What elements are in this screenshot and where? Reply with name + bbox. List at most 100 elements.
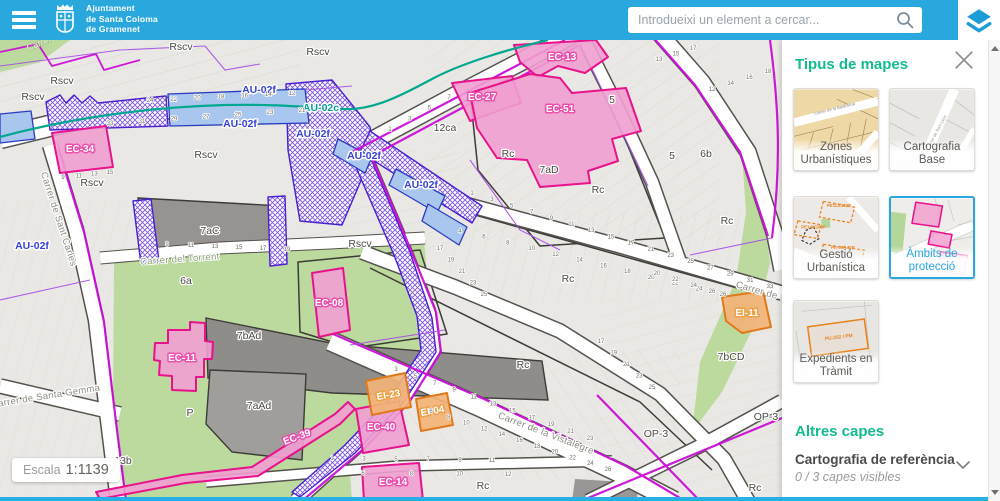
house-number: 27 (707, 265, 714, 271)
layer-group-cartografia-referencia[interactable]: Cartografia de referència (795, 452, 955, 467)
house-number: 14 (727, 81, 734, 87)
scroll-down-icon[interactable] (991, 490, 999, 495)
map-label: 6b (700, 148, 712, 160)
city-crest-icon (52, 3, 78, 35)
house-number: 29 (171, 117, 178, 123)
house-number: 15 (608, 234, 615, 240)
house-number: 14 (576, 258, 583, 264)
house-number: 23 (267, 110, 274, 116)
house-number: 13 (91, 172, 98, 178)
scale-label: Escala (23, 463, 61, 477)
close-icon[interactable] (955, 51, 973, 69)
house-number: 11 (188, 243, 195, 249)
brand-line-2: de Santa Coloma (86, 14, 158, 25)
house-number: 22 (170, 97, 177, 103)
house-number: 21 (647, 247, 654, 253)
house-number: 21 (623, 362, 630, 368)
layers-panel: Tipus de mapes Carrer de la Baldovina 13… (782, 40, 988, 501)
house-number: 20 (654, 271, 661, 277)
map-svg[interactable]: EC-13EC-27EC-51EC-34EC-08EC-11EC-39EC-40… (0, 40, 782, 501)
map-label: 5 (609, 94, 615, 106)
house-number: 12 (289, 91, 296, 97)
house-number: 12 (552, 252, 559, 258)
house-number: 22 (672, 277, 679, 283)
map-label: EC-13 (548, 52, 577, 63)
house-number: 24 (690, 283, 697, 289)
map-label: Rc (517, 359, 530, 371)
map-label: 7aAd (247, 400, 272, 412)
house-number: 15 (236, 245, 243, 251)
map-type-card-ambits[interactable]: Àmbits de protecció (889, 196, 975, 279)
house-number: 18 (624, 269, 631, 275)
search-icon[interactable] (896, 11, 914, 29)
map-label: 7aD (539, 164, 559, 176)
map-label: 7bAd (237, 330, 262, 342)
map-label: 12ca (434, 122, 457, 134)
house-number: 11 (470, 395, 477, 401)
house-number: 21 (299, 108, 306, 114)
map-label: AU-02f (15, 240, 49, 252)
house-number: 24 (587, 461, 594, 467)
layers-icon (965, 7, 993, 34)
house-number: 19 (548, 422, 555, 428)
house-number: 15 (509, 408, 516, 414)
house-number: 26 (709, 289, 716, 295)
menu-icon[interactable] (12, 11, 36, 33)
scroll-up-icon[interactable] (991, 46, 999, 51)
map-type-card-base[interactable]: Carrer de Sant Lluís Cartografia Base (889, 88, 975, 171)
map-label: 7bCD (718, 351, 745, 363)
house-number: 17 (437, 246, 444, 252)
layer-group-status: 0 / 3 capes visibles (795, 470, 901, 484)
search-box (628, 7, 922, 33)
map-label: Rc (502, 148, 515, 160)
house-number: 19 (610, 351, 617, 357)
house-number: 22 (569, 455, 576, 461)
thumb-expedient-label: PE113/142P (827, 203, 851, 208)
house-number: 10 (463, 421, 470, 427)
map-label: Rscv (348, 238, 372, 250)
house-number: 18 (765, 69, 772, 75)
house-number: 15 (673, 52, 680, 58)
chevron-down-icon[interactable] (956, 457, 970, 475)
house-number: 20 (552, 450, 559, 456)
map-type-label: Àmbits de protecció (891, 246, 973, 277)
house-number: 25 (649, 385, 656, 391)
map-type-card-zones[interactable]: Carrer de la Baldovina 136 Zones Urbanís… (793, 88, 879, 171)
house-number: 21 (567, 429, 574, 435)
house-number: 15 (107, 170, 114, 176)
map-label: Rscv (80, 177, 104, 189)
house-number: 12 (709, 87, 716, 93)
house-number: 25 (481, 292, 488, 298)
house-number: 19 (284, 247, 291, 253)
map-label: AU-02f (296, 128, 330, 140)
map-label: EC-51 (546, 104, 575, 115)
house-number: 23 (636, 374, 643, 380)
map-type-label: Zones Urbanístiques (794, 139, 878, 170)
map-label: EI-11 (735, 308, 759, 319)
map-label: Rscv (306, 46, 330, 58)
house-number: 13 (490, 402, 497, 408)
house-number: 14 (498, 432, 505, 438)
house-number: 23 (587, 436, 594, 442)
map-canvas[interactable]: EC-13EC-27EC-51EC-34EC-08EC-11EC-39EC-40… (0, 40, 782, 501)
house-number: 26 (605, 467, 612, 473)
house-number: 18 (534, 444, 541, 450)
search-input[interactable] (636, 12, 896, 28)
map-type-card-expedients[interactable]: PU-202 / PM Expedients en Tràmit (793, 300, 879, 383)
map-label: AU-02f (347, 150, 381, 162)
house-number: 23 (667, 253, 674, 259)
house-number: 33 (767, 284, 774, 290)
house-number: 25 (235, 112, 242, 118)
header-bar: Ajuntament de Santa Coloma de Gramenet (0, 0, 958, 40)
map-label: OP-3 (644, 428, 669, 440)
house-number: 10 (456, 472, 463, 478)
map-label: AU-02f (223, 118, 257, 130)
layers-button[interactable] (958, 0, 1000, 40)
house-number: 13 (588, 228, 595, 234)
panel-scrollbar[interactable] (988, 40, 1000, 501)
other-layers-title: Altres capes (795, 423, 884, 440)
map-label: Rc (592, 184, 605, 196)
house-number: 25 (687, 259, 694, 265)
map-label: Rc (477, 480, 490, 492)
map-type-card-gestio[interactable]: PE113/142P PE146/166P PE-09/142P Gestió … (793, 196, 879, 279)
